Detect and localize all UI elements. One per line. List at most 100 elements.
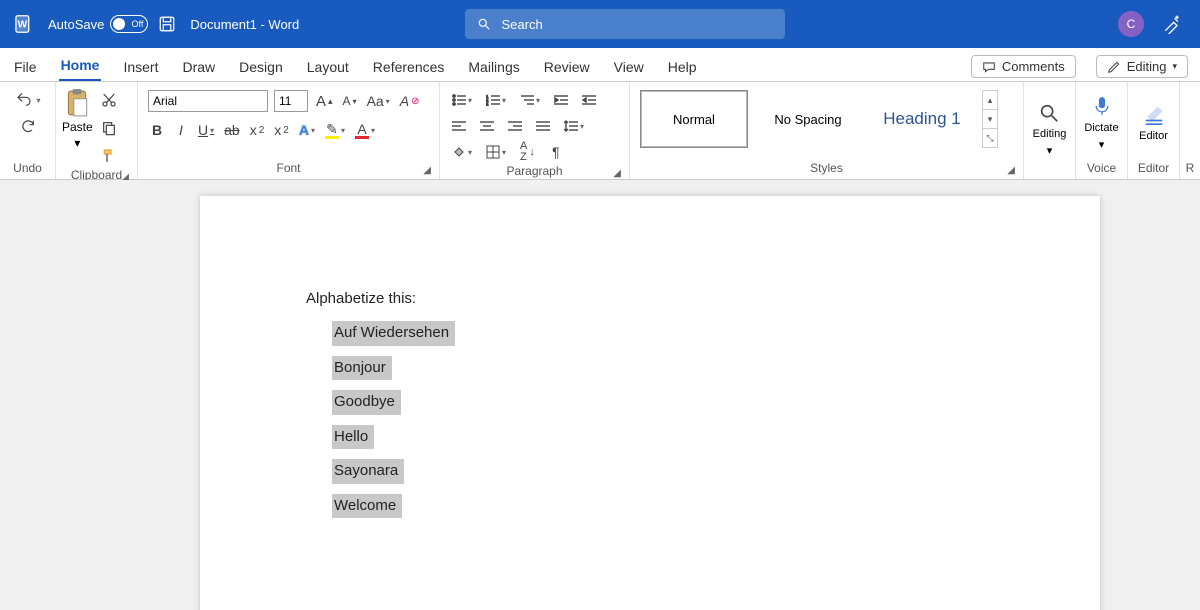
paragraph-launcher[interactable]: ◢	[613, 168, 621, 179]
italic-button[interactable]: I	[172, 120, 190, 140]
tab-file[interactable]: File	[12, 53, 39, 81]
shading-button[interactable]: ▾	[450, 142, 474, 162]
tab-insert[interactable]: Insert	[121, 53, 160, 81]
undo-group: ▾ Undo	[0, 82, 56, 179]
style-normal[interactable]: Normal	[640, 90, 748, 148]
editing-button-label: Editing	[1033, 128, 1067, 140]
increase-indent-button[interactable]	[580, 90, 598, 110]
search-box[interactable]: Search	[465, 9, 785, 39]
voice-group-label: Voice	[1082, 159, 1121, 177]
user-avatar[interactable]: C	[1118, 11, 1144, 37]
ribbon-tabs: File Home Insert Draw Design Layout Refe…	[0, 48, 1200, 82]
autosave-switch[interactable]: Off	[110, 15, 148, 33]
font-group-label: Font	[276, 161, 300, 175]
shrink-font-button[interactable]: A▾	[341, 91, 359, 111]
styles-launcher[interactable]: ◢	[1007, 165, 1015, 176]
tab-layout[interactable]: Layout	[305, 53, 351, 81]
numbering-button[interactable]: 123▾	[484, 90, 508, 110]
subscript-button[interactable]: x2	[248, 120, 267, 140]
paragraph-group: ▾ 123▾ ▾ ▾ ▾ ▾ AZ↓ ¶ Paragraph◢	[440, 82, 630, 179]
comments-button[interactable]: Comments	[971, 55, 1076, 78]
title-bar: W AutoSave Off Document1 - Word Search C	[0, 0, 1200, 48]
copy-button[interactable]	[99, 118, 119, 138]
editor-group-label: Editor	[1134, 159, 1173, 177]
coming-soon-icon[interactable]	[1162, 14, 1182, 34]
strikethrough-button[interactable]: ab	[222, 120, 242, 140]
align-right-button[interactable]	[506, 116, 524, 136]
style-no-spacing[interactable]: No Spacing	[754, 90, 862, 148]
selected-line[interactable]: Auf Wiedersehen	[332, 321, 455, 346]
line-spacing-button[interactable]: ▾	[562, 116, 586, 136]
redo-button[interactable]	[17, 116, 39, 136]
editing-button[interactable]: Editing ▾	[1033, 102, 1067, 157]
text-effects-button[interactable]: A▾	[297, 120, 317, 140]
tab-review[interactable]: Review	[542, 53, 592, 81]
align-left-button[interactable]	[450, 116, 468, 136]
save-button[interactable]	[158, 15, 176, 33]
search-icon	[1038, 102, 1060, 124]
styles-group-label: Styles	[810, 161, 843, 175]
superscript-button[interactable]: x2	[272, 120, 291, 140]
expand-icon[interactable]: ⤡	[983, 129, 997, 147]
font-name-select[interactable]	[148, 90, 268, 112]
chevron-up-icon[interactable]: ▴	[983, 91, 997, 110]
font-color-button[interactable]: A▾	[353, 120, 377, 140]
editing-group-label	[1030, 173, 1069, 177]
tab-help[interactable]: Help	[666, 53, 699, 81]
autosave-toggle[interactable]: AutoSave Off	[48, 15, 148, 33]
selected-line[interactable]: Goodbye	[332, 390, 401, 415]
bullets-button[interactable]: ▾	[450, 90, 474, 110]
tab-home[interactable]: Home	[59, 51, 102, 81]
bold-button[interactable]: B	[148, 120, 166, 140]
tab-draw[interactable]: Draw	[180, 53, 217, 81]
clear-formatting-button[interactable]: A⊘	[398, 91, 422, 111]
tab-mailings[interactable]: Mailings	[466, 53, 521, 81]
align-center-button[interactable]	[478, 116, 496, 136]
show-marks-button[interactable]: ¶	[547, 142, 565, 162]
document-area[interactable]: Alphabetize this: Auf Wiedersehen Bonjou…	[0, 180, 1200, 610]
editing-mode-button[interactable]: Editing ▾	[1096, 55, 1188, 78]
decrease-indent-button[interactable]	[552, 90, 570, 110]
editor-button[interactable]: Editor	[1139, 104, 1168, 142]
cut-button[interactable]	[99, 90, 119, 110]
ribbon-overflow[interactable]: R	[1180, 82, 1200, 179]
autosave-label: AutoSave	[48, 17, 104, 32]
undo-button[interactable]: ▾	[12, 90, 42, 110]
selected-line[interactable]: Bonjour	[332, 356, 392, 381]
grow-font-button[interactable]: A▴	[314, 91, 335, 111]
paste-label: Paste	[62, 120, 93, 134]
selected-line[interactable]: Hello	[332, 425, 374, 450]
tab-design[interactable]: Design	[237, 53, 285, 81]
comments-label: Comments	[1002, 59, 1065, 74]
style-heading-1[interactable]: Heading 1	[868, 90, 976, 148]
document-page[interactable]: Alphabetize this: Auf Wiedersehen Bonjou…	[200, 196, 1100, 610]
underline-button[interactable]: U▾	[196, 120, 216, 140]
svg-text:3: 3	[486, 102, 489, 106]
font-size-select[interactable]	[274, 90, 308, 112]
format-painter-button[interactable]	[99, 146, 119, 166]
borders-button[interactable]: ▾	[484, 142, 508, 162]
chevron-down-icon[interactable]: ▾	[983, 110, 997, 129]
justify-button[interactable]	[534, 116, 552, 136]
avatar-initial: C	[1127, 17, 1136, 31]
selected-text-block[interactable]: Auf Wiedersehen Bonjour Goodbye Hello Sa…	[306, 321, 994, 528]
word-app-icon: W	[12, 10, 40, 38]
font-launcher[interactable]: ◢	[423, 165, 431, 176]
selected-line[interactable]: Sayonara	[332, 459, 404, 484]
editing-group: Editing ▾	[1024, 82, 1076, 179]
change-case-button[interactable]: Aa▾	[365, 91, 392, 111]
selected-line[interactable]: Welcome	[332, 494, 402, 519]
highlight-button[interactable]: ✎▾	[323, 120, 347, 140]
tab-view[interactable]: View	[612, 53, 646, 81]
styles-group: Normal No Spacing Heading 1 ▴▾⤡ Styles ◢	[630, 82, 1024, 179]
styles-gallery-scroll[interactable]: ▴▾⤡	[982, 90, 998, 148]
clipboard-group: Paste ▾ Clipboard◢	[56, 82, 138, 179]
multilevel-list-button[interactable]: ▾	[518, 90, 542, 110]
tab-references[interactable]: References	[371, 53, 447, 81]
sort-button[interactable]: AZ↓	[518, 142, 537, 162]
paste-button[interactable]: Paste ▾	[62, 88, 93, 150]
chevron-down-icon: ▾	[1172, 61, 1177, 72]
document-heading[interactable]: Alphabetize this:	[306, 290, 994, 307]
microphone-icon	[1092, 94, 1112, 118]
dictate-button[interactable]: Dictate ▾	[1084, 94, 1118, 151]
